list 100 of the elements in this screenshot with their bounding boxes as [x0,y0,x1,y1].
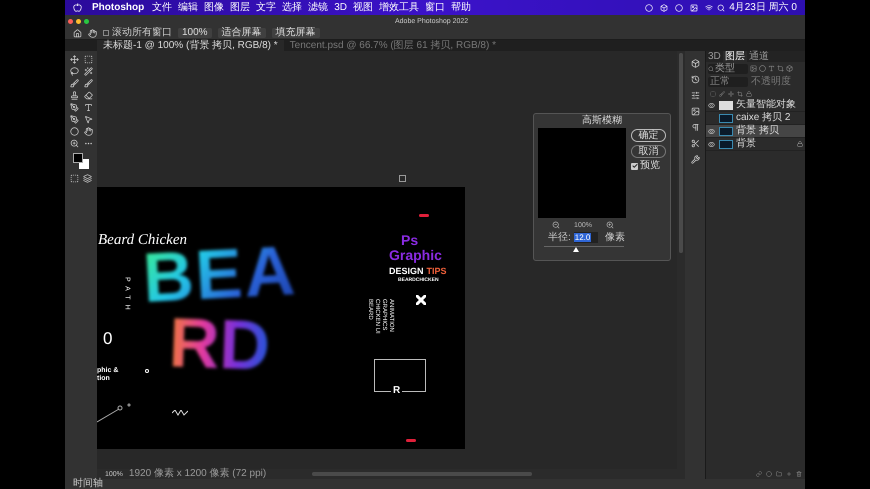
wand-icon[interactable] [84,67,92,76]
blend-mode-dropdown[interactable]: 正常 [708,76,748,86]
document-tab[interactable]: Tencent.psd @ 66.7% (图层 61 拷贝, RGB/8) * [284,40,502,51]
number-text: 0 [103,330,112,347]
menu-item[interactable]: 增效工具 [379,2,420,12]
menu-item[interactable]: 窗口 [425,2,446,12]
option-button[interactable]: 100% [178,28,212,38]
cross-icon [416,295,426,305]
eye-icon[interactable] [708,102,715,108]
wifi-icon[interactable] [705,4,714,12]
option-button[interactable]: 适合屏幕 [218,28,266,38]
menu-item[interactable]: 图层 [230,2,250,12]
timeline-label[interactable]: 时间轴 [73,479,103,489]
move-icon[interactable] [70,55,78,64]
status-icon[interactable] [690,4,698,12]
checkbox-label: 滚动所有窗口 [112,28,172,38]
frame-letter: R [391,386,402,396]
sliders-icon[interactable] [690,91,700,100]
ps-text: Ps [401,233,418,247]
wrench-icon[interactable] [690,155,700,164]
panel-action-icon[interactable] [756,471,762,477]
menu-item[interactable]: 3D [334,2,348,12]
eye-icon[interactable] [708,128,715,134]
status-icon[interactable] [675,4,684,12]
checkbox[interactable] [103,30,109,36]
artboard-icon [399,175,406,182]
filter-icon[interactable] [768,65,775,72]
pen-icon[interactable] [70,103,78,112]
menu-item[interactable]: 图像 [204,2,224,12]
screen-mode-icon[interactable] [83,174,92,183]
menu-item[interactable]: 滤镜 [308,2,328,12]
dialog-button[interactable]: 确定 [631,129,666,142]
panel-action-icon[interactable] [776,471,782,477]
dialog-button[interactable]: 取消 [631,145,666,158]
menu-item[interactable]: 帮助 [451,2,472,12]
color-swatches[interactable] [73,153,89,169]
brush-icon[interactable] [84,79,92,88]
marquee-icon[interactable] [84,55,92,64]
paragraph-icon[interactable] [690,123,700,132]
lock-option-icon[interactable] [737,90,743,96]
pointer-icon[interactable] [84,115,92,124]
panel-tab[interactable]: 图层 [722,51,747,62]
lock-option-icon[interactable] [719,90,725,96]
tips-text: TIPS [426,267,447,276]
type-icon[interactable] [84,103,92,112]
zoom-out-icon[interactable] [552,221,560,229]
stamp-icon[interactable] [70,91,78,100]
option-button[interactable]: 填充屏幕 [272,28,320,38]
image-icon[interactable] [690,107,700,116]
menu-item[interactable]: Photoshop [92,2,144,12]
panel-tab[interactable]: 3D [706,51,723,62]
history-icon[interactable] [690,75,700,84]
home-icon[interactable] [73,28,82,38]
layer-row[interactable]: 背景 拷贝 [706,125,805,138]
eraser-icon[interactable] [84,91,92,100]
brush-icon[interactable] [70,79,78,88]
design-text: DESIGN [389,267,424,276]
menu-item[interactable]: 视图 [353,2,374,12]
panel-action-icon[interactable] [786,471,792,477]
menu-item[interactable]: 编辑 [178,2,198,12]
panel-action-icon[interactable] [766,471,772,477]
filter-icon[interactable] [750,65,757,72]
apple-icon[interactable] [73,3,82,12]
document-tab[interactable]: 未标题-1 @ 100% (背景 拷贝, RGB/8) * [97,40,284,51]
lock-option-icon[interactable] [746,90,752,96]
status-icon[interactable] [660,4,668,12]
layer-thumbnail [719,100,733,110]
hand-icon[interactable] [84,127,92,136]
scissors-icon[interactable] [690,139,700,148]
filter-icon[interactable] [786,65,793,72]
cube-icon[interactable] [690,59,700,68]
menu-item[interactable]: 选择 [282,2,302,12]
panel-tab[interactable]: 通道 [746,51,771,62]
search-icon[interactable] [717,4,726,12]
radius-slider[interactable] [544,246,624,252]
graphic-text: Graphic [389,248,442,262]
menu-item[interactable]: 文件 [152,2,172,12]
ellipse-icon[interactable] [70,127,78,136]
lock-option-icon[interactable] [728,90,734,96]
pen-icon[interactable] [70,115,78,124]
opacity-label: 不透明度 [751,76,791,86]
preview-checkbox[interactable] [631,162,638,170]
panel-action-icon[interactable] [796,471,802,477]
quick-mask-icon[interactable] [70,174,79,183]
hand-icon[interactable] [88,28,97,38]
lasso-icon[interactable] [70,67,78,76]
menu-item[interactable]: 文字 [256,2,276,12]
status-icon[interactable] [645,4,654,12]
radius-field[interactable]: 12.0 [574,232,598,243]
layer-row[interactable]: 矢量智能对象 [706,99,805,112]
layer-row[interactable]: 背景 [706,138,805,151]
layer-name: 矢量智能对象 [736,100,796,110]
zoom-in-icon[interactable] [606,221,614,229]
filter-dropdown[interactable]: 类型 [708,64,748,74]
zoom-icon[interactable] [70,139,78,148]
filter-icon[interactable] [777,65,784,72]
filter-icon[interactable] [759,65,766,72]
slider-thumb[interactable] [573,247,579,252]
layer-thumbnail [719,114,733,122]
eye-icon[interactable] [708,140,715,148]
